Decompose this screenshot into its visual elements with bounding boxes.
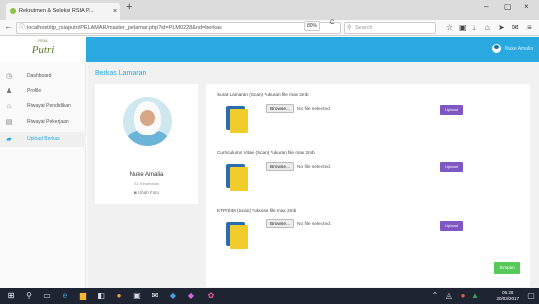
menu-icon[interactable]: ≡ (527, 23, 532, 32)
url-bar[interactable]: ⓘ localhost/itp_rsiaputri/PELAMAR/master… (16, 22, 341, 34)
firefox-icon[interactable]: ● (114, 291, 124, 301)
edge-icon[interactable]: e (60, 291, 70, 301)
chat-icon[interactable]: ✉ (512, 23, 519, 32)
document-icon (226, 106, 248, 133)
upload-label-cv: Curriculumn Vitae (Scan) *ukuran file ma… (217, 150, 315, 155)
sidebar-item-label: Riwayat Pendidikan (27, 103, 71, 109)
username: Nuke Amalia (504, 46, 533, 52)
system-clock[interactable]: 05.28 20/03/2017 (496, 290, 519, 302)
no-file-text: No file selected. (297, 222, 332, 227)
upload-label-ktp-sim: KTP/SIM (Scan) *ukuran file max 2mb (217, 208, 297, 213)
sidebar: ◷ Dashboard ♟ Profile ⌂ Riwayat Pendidik… (0, 62, 86, 288)
home-icon[interactable]: ⌂ (485, 23, 490, 32)
search-icon[interactable]: ⚲ (24, 291, 34, 301)
sidebar-item-profile[interactable]: ♟ Profile (0, 84, 86, 99)
browser-nav-bar: ← ⓘ localhost/itp_rsiaputri/PELAMAR/mast… (0, 20, 539, 36)
profile-department: S1 Kesehatan (133, 181, 160, 186)
logo-text: Putri (31, 44, 55, 56)
no-file-text: No file selected. (297, 165, 332, 170)
upload-button-ktp-sim[interactable]: Upload (440, 221, 463, 231)
back-arrow-icon[interactable]: ← (4, 21, 13, 31)
task-view-icon[interactable]: ▭ (42, 291, 52, 301)
clock-icon: ◷ (5, 73, 13, 80)
browser-tab[interactable]: Rekrutmen & Seleksi RSIA P... × (6, 3, 120, 20)
sidebar-item-label: Profile (27, 88, 42, 94)
search-icon: ⚲ (347, 25, 352, 31)
explorer-icon[interactable]: ▆ (78, 291, 88, 301)
favicon-icon (10, 8, 16, 14)
star-icon[interactable]: ☆ (446, 23, 453, 32)
save-button[interactable]: Simpan (494, 262, 520, 274)
clock-date: 20/03/2017 (496, 296, 519, 301)
browse-button[interactable]: Browse... (266, 104, 294, 113)
app-icon-3[interactable]: ✿ (206, 291, 216, 301)
app-icon-2[interactable]: ◆ (186, 291, 196, 301)
info-icon: ⓘ (19, 25, 26, 31)
file-input-ktp-sim[interactable]: Browse... No file selected. (266, 219, 376, 228)
avatar (491, 44, 501, 54)
sidebar-item-riwayat-pekerjaan[interactable]: ▤ Riwayat Pekerjaan (0, 115, 86, 130)
upload-label-surat-lamaran: Surat Lamaran (Scan) *ukuran file max 2m… (217, 92, 309, 97)
change-photo-link[interactable]: ◙ Ubah Foto (95, 190, 198, 195)
maximize-icon[interactable]: ▢ (504, 2, 512, 11)
clipboard-icon[interactable]: ▣ (459, 23, 467, 32)
browser-search-input[interactable]: ⚲ Search (344, 22, 436, 34)
sidebar-item-riwayat-pendidikan[interactable]: ⌂ Riwayat Pendidikan (0, 99, 86, 114)
user-menu[interactable]: Nuke Amalia (491, 42, 533, 56)
url-text: localhost/itp_rsiaputri/PELAMAR/master_p… (27, 25, 222, 31)
tray-app-icon[interactable]: ● (458, 291, 468, 301)
browse-button[interactable]: Browse... (266, 219, 294, 228)
sidebar-item-upload-berkas[interactable]: ▰ Upload Berkas (0, 132, 86, 147)
graduation-icon: ⌂ (6, 103, 12, 110)
no-file-text: No file selected. (297, 107, 332, 112)
upload-button-cv[interactable]: Upload (440, 162, 463, 172)
sidebar-item-dashboard[interactable]: ◷ Dashboard (0, 69, 86, 84)
change-photo-label: Ubah Foto (137, 190, 159, 195)
zoom-level[interactable]: 80% (304, 21, 321, 31)
taskbar: ⊞ ⚲ ▭ e ▆ ◧ ● ▣ ✉ ◆ ◆ ✿ ⌃ ◬ ● ▲ 05.28 20… (0, 288, 539, 304)
mail-icon[interactable]: ✉ (150, 291, 160, 301)
upload-panel: Surat Lamaran (Scan) *ukuran file max 2m… (206, 84, 530, 287)
file-input-surat-lamaran[interactable]: Browse... No file selected. (266, 104, 376, 113)
user-icon: ♟ (5, 88, 13, 95)
document-icon (226, 164, 248, 191)
logo[interactable]: RSIA Putri (0, 37, 86, 62)
document-icon: ▤ (5, 119, 13, 126)
window-close-icon[interactable]: × (524, 2, 529, 11)
tray-icon[interactable]: ⌃ (430, 291, 440, 301)
profile-photo (123, 97, 172, 146)
new-tab-button[interactable]: + (126, 1, 132, 13)
camera-icon: ◙ (134, 190, 137, 195)
send-icon[interactable]: ➤ (498, 23, 505, 32)
sidebar-item-label: Dashboard (27, 73, 52, 79)
sidebar-item-label: Riwayat Pekerjaan (27, 119, 69, 125)
page-title: Berkas Lamaran (95, 70, 147, 77)
profile-card: Nuke Amalia S1 Kesehatan ◙ Ubah Foto (95, 84, 198, 204)
file-input-cv[interactable]: Browse... No file selected. (266, 162, 376, 171)
briefcase-icon: ▰ (6, 136, 12, 143)
tray-app-icon-2[interactable]: ▲ (470, 291, 480, 301)
tab-close-icon[interactable]: × (113, 3, 117, 20)
notification-icon[interactable]: ▢ (526, 291, 536, 301)
store-icon[interactable]: ◧ (96, 291, 106, 301)
folder-icon[interactable]: ▣ (132, 291, 142, 301)
download-icon[interactable]: ↓ (472, 23, 476, 32)
browse-button[interactable]: Browse... (266, 162, 294, 171)
browser-tab-bar: Rekrutmen & Seleksi RSIA P... × + – ▢ × (0, 0, 539, 20)
windows-start-icon[interactable]: ⊞ (6, 291, 16, 301)
search-placeholder: Search (355, 25, 373, 31)
profile-name: Nuke Amalia (129, 172, 164, 178)
minimize-icon[interactable]: – (484, 2, 488, 11)
upload-button-surat-lamaran[interactable]: Upload (440, 105, 463, 115)
app-icon[interactable]: ◆ (168, 291, 178, 301)
network-icon[interactable]: ◬ (444, 291, 454, 301)
reload-icon[interactable]: C (330, 20, 334, 26)
sidebar-item-label: Upload Berkas (27, 136, 60, 142)
logo-crest: RSIA (38, 38, 48, 43)
tab-title: Rekrutmen & Seleksi RSIA P... (19, 8, 94, 14)
document-icon (226, 222, 248, 249)
